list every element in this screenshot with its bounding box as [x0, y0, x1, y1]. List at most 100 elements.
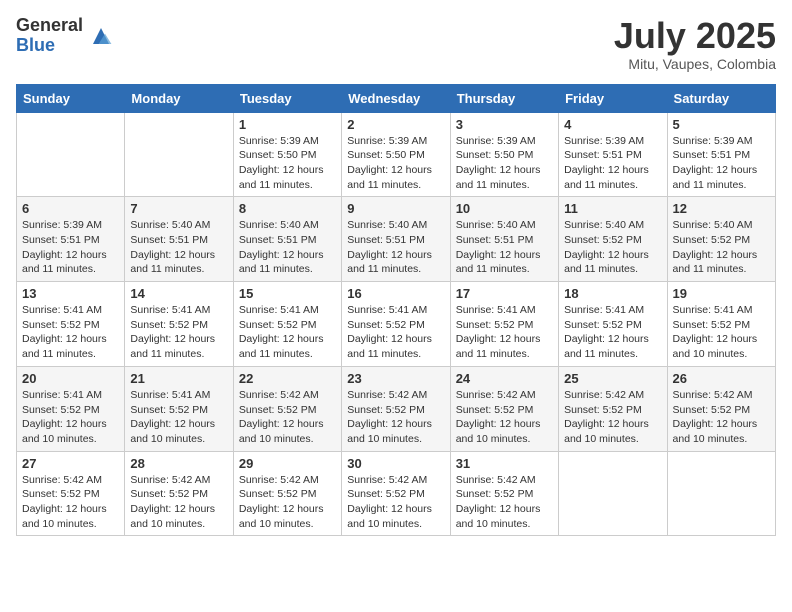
day-number: 5	[673, 117, 770, 132]
day-info: Sunrise: 5:40 AM Sunset: 5:52 PM Dayligh…	[564, 218, 661, 277]
calendar-cell: 18 Sunrise: 5:41 AM Sunset: 5:52 PM Dayli…	[559, 282, 667, 367]
day-info: Sunrise: 5:42 AM Sunset: 5:52 PM Dayligh…	[673, 388, 770, 447]
calendar-cell: 31 Sunrise: 5:42 AM Sunset: 5:52 PM Dayli…	[450, 451, 558, 536]
day-info: Sunrise: 5:40 AM Sunset: 5:52 PM Dayligh…	[673, 218, 770, 277]
day-number: 26	[673, 371, 770, 386]
day-info: Sunrise: 5:42 AM Sunset: 5:52 PM Dayligh…	[456, 473, 553, 532]
day-number: 9	[347, 201, 444, 216]
day-info: Sunrise: 5:40 AM Sunset: 5:51 PM Dayligh…	[456, 218, 553, 277]
day-info: Sunrise: 5:41 AM Sunset: 5:52 PM Dayligh…	[456, 303, 553, 362]
day-number: 31	[456, 456, 553, 471]
day-info: Sunrise: 5:39 AM Sunset: 5:51 PM Dayligh…	[564, 134, 661, 193]
day-number: 12	[673, 201, 770, 216]
day-info: Sunrise: 5:42 AM Sunset: 5:52 PM Dayligh…	[564, 388, 661, 447]
calendar-cell: 26 Sunrise: 5:42 AM Sunset: 5:52 PM Dayli…	[667, 366, 775, 451]
day-number: 20	[22, 371, 119, 386]
day-number: 2	[347, 117, 444, 132]
logo-blue: Blue	[16, 36, 83, 56]
day-number: 29	[239, 456, 336, 471]
day-info: Sunrise: 5:39 AM Sunset: 5:51 PM Dayligh…	[673, 134, 770, 193]
day-number: 22	[239, 371, 336, 386]
day-number: 7	[130, 201, 227, 216]
day-number: 27	[22, 456, 119, 471]
location: Mitu, Vaupes, Colombia	[614, 56, 776, 72]
day-number: 24	[456, 371, 553, 386]
calendar-cell: 24 Sunrise: 5:42 AM Sunset: 5:52 PM Dayli…	[450, 366, 558, 451]
calendar-week-row: 6 Sunrise: 5:39 AM Sunset: 5:51 PM Daylig…	[17, 197, 776, 282]
day-number: 17	[456, 286, 553, 301]
calendar-cell: 4 Sunrise: 5:39 AM Sunset: 5:51 PM Daylig…	[559, 112, 667, 197]
day-info: Sunrise: 5:40 AM Sunset: 5:51 PM Dayligh…	[347, 218, 444, 277]
calendar-cell	[17, 112, 125, 197]
calendar-cell: 14 Sunrise: 5:41 AM Sunset: 5:52 PM Dayli…	[125, 282, 233, 367]
day-number: 21	[130, 371, 227, 386]
day-number: 16	[347, 286, 444, 301]
day-info: Sunrise: 5:41 AM Sunset: 5:52 PM Dayligh…	[130, 388, 227, 447]
logo-general: General	[16, 16, 83, 36]
day-info: Sunrise: 5:41 AM Sunset: 5:52 PM Dayligh…	[239, 303, 336, 362]
day-number: 1	[239, 117, 336, 132]
day-number: 15	[239, 286, 336, 301]
day-number: 28	[130, 456, 227, 471]
day-info: Sunrise: 5:42 AM Sunset: 5:52 PM Dayligh…	[347, 473, 444, 532]
calendar-header-row: SundayMondayTuesdayWednesdayThursdayFrid…	[17, 84, 776, 112]
calendar-cell: 10Sunrise: 5:40 AM Sunset: 5:51 PM Dayli…	[450, 197, 558, 282]
calendar-cell: 15 Sunrise: 5:41 AM Sunset: 5:52 PM Dayli…	[233, 282, 341, 367]
day-info: Sunrise: 5:40 AM Sunset: 5:51 PM Dayligh…	[239, 218, 336, 277]
calendar-cell: 28 Sunrise: 5:42 AM Sunset: 5:52 PM Dayli…	[125, 451, 233, 536]
calendar-cell: 1 Sunrise: 5:39 AM Sunset: 5:50 PM Daylig…	[233, 112, 341, 197]
calendar-cell: 11 Sunrise: 5:40 AM Sunset: 5:52 PM Dayli…	[559, 197, 667, 282]
day-info: Sunrise: 5:42 AM Sunset: 5:52 PM Dayligh…	[22, 473, 119, 532]
header-thursday: Thursday	[450, 84, 558, 112]
calendar-cell: 5 Sunrise: 5:39 AM Sunset: 5:51 PM Daylig…	[667, 112, 775, 197]
calendar-cell: 6 Sunrise: 5:39 AM Sunset: 5:51 PM Daylig…	[17, 197, 125, 282]
day-number: 25	[564, 371, 661, 386]
calendar-cell: 27 Sunrise: 5:42 AM Sunset: 5:52 PM Dayli…	[17, 451, 125, 536]
header-monday: Monday	[125, 84, 233, 112]
calendar-week-row: 27 Sunrise: 5:42 AM Sunset: 5:52 PM Dayli…	[17, 451, 776, 536]
calendar-cell: 19Sunrise: 5:41 AM Sunset: 5:52 PM Dayli…	[667, 282, 775, 367]
calendar-cell: 17 Sunrise: 5:41 AM Sunset: 5:52 PM Dayli…	[450, 282, 558, 367]
month-title: July 2025	[614, 16, 776, 56]
calendar-cell: 2 Sunrise: 5:39 AM Sunset: 5:50 PM Daylig…	[342, 112, 450, 197]
calendar-cell: 22 Sunrise: 5:42 AM Sunset: 5:52 PM Dayli…	[233, 366, 341, 451]
header-saturday: Saturday	[667, 84, 775, 112]
calendar-cell: 20Sunrise: 5:41 AM Sunset: 5:52 PM Dayli…	[17, 366, 125, 451]
day-info: Sunrise: 5:41 AM Sunset: 5:52 PM Dayligh…	[347, 303, 444, 362]
day-info: Sunrise: 5:41 AM Sunset: 5:52 PM Dayligh…	[564, 303, 661, 362]
calendar-cell	[559, 451, 667, 536]
day-number: 30	[347, 456, 444, 471]
day-info: Sunrise: 5:42 AM Sunset: 5:52 PM Dayligh…	[239, 473, 336, 532]
day-number: 3	[456, 117, 553, 132]
calendar-cell: 3 Sunrise: 5:39 AM Sunset: 5:50 PM Daylig…	[450, 112, 558, 197]
day-info: Sunrise: 5:41 AM Sunset: 5:52 PM Dayligh…	[673, 303, 770, 362]
calendar-cell: 13Sunrise: 5:41 AM Sunset: 5:52 PM Dayli…	[17, 282, 125, 367]
calendar-cell: 12 Sunrise: 5:40 AM Sunset: 5:52 PM Dayli…	[667, 197, 775, 282]
day-info: Sunrise: 5:39 AM Sunset: 5:51 PM Dayligh…	[22, 218, 119, 277]
day-number: 8	[239, 201, 336, 216]
day-info: Sunrise: 5:42 AM Sunset: 5:52 PM Dayligh…	[239, 388, 336, 447]
calendar-cell	[667, 451, 775, 536]
calendar-cell	[125, 112, 233, 197]
day-info: Sunrise: 5:41 AM Sunset: 5:52 PM Dayligh…	[130, 303, 227, 362]
day-number: 4	[564, 117, 661, 132]
calendar-cell: 21 Sunrise: 5:41 AM Sunset: 5:52 PM Dayli…	[125, 366, 233, 451]
calendar-cell: 29 Sunrise: 5:42 AM Sunset: 5:52 PM Dayli…	[233, 451, 341, 536]
calendar-cell: 23Sunrise: 5:42 AM Sunset: 5:52 PM Dayli…	[342, 366, 450, 451]
day-number: 11	[564, 201, 661, 216]
day-number: 14	[130, 286, 227, 301]
page-header: General Blue July 2025 Mitu, Vaupes, Col…	[16, 16, 776, 72]
day-info: Sunrise: 5:39 AM Sunset: 5:50 PM Dayligh…	[456, 134, 553, 193]
header-wednesday: Wednesday	[342, 84, 450, 112]
day-info: Sunrise: 5:39 AM Sunset: 5:50 PM Dayligh…	[347, 134, 444, 193]
day-info: Sunrise: 5:42 AM Sunset: 5:52 PM Dayligh…	[347, 388, 444, 447]
calendar-cell: 8 Sunrise: 5:40 AM Sunset: 5:51 PM Daylig…	[233, 197, 341, 282]
header-sunday: Sunday	[17, 84, 125, 112]
day-info: Sunrise: 5:41 AM Sunset: 5:52 PM Dayligh…	[22, 303, 119, 362]
day-number: 6	[22, 201, 119, 216]
day-number: 18	[564, 286, 661, 301]
day-info: Sunrise: 5:42 AM Sunset: 5:52 PM Dayligh…	[456, 388, 553, 447]
calendar-week-row: 13Sunrise: 5:41 AM Sunset: 5:52 PM Dayli…	[17, 282, 776, 367]
day-info: Sunrise: 5:39 AM Sunset: 5:50 PM Dayligh…	[239, 134, 336, 193]
day-info: Sunrise: 5:42 AM Sunset: 5:52 PM Dayligh…	[130, 473, 227, 532]
